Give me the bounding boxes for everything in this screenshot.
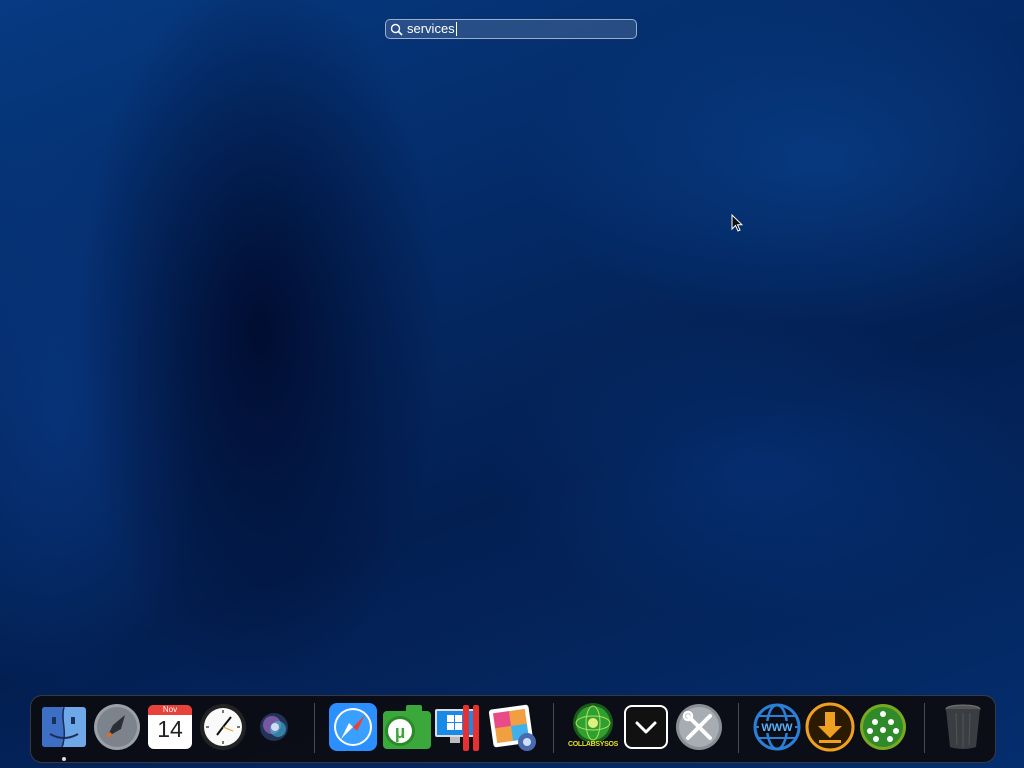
collabsysos-label: COLLABSYSOS	[568, 741, 618, 748]
launchpad-search-input[interactable]: services	[385, 19, 637, 39]
tools-icon[interactable]	[673, 701, 725, 753]
arrow-pointer-icon	[731, 214, 743, 232]
download-arrow-icon[interactable]	[804, 701, 856, 753]
text-caret	[455, 22, 457, 36]
running-indicator	[62, 757, 66, 761]
svg-text:WWW: WWW	[761, 722, 793, 734]
dock-separator	[924, 703, 925, 753]
www-globe-icon[interactable]: WWW	[751, 701, 803, 753]
parallels-windows-icon[interactable]	[433, 701, 485, 753]
calendar-month: Nov	[162, 705, 178, 714]
dock-separator	[314, 703, 315, 753]
search-query-text: services	[407, 21, 455, 36]
svg-text:µ: µ	[395, 722, 405, 742]
collabsysos-icon[interactable]: COLLABSYSOS	[567, 701, 619, 753]
network-group-icon[interactable]	[857, 701, 909, 753]
finder-icon[interactable]	[38, 701, 90, 753]
dock-separator	[738, 703, 739, 753]
safari-icon[interactable]	[327, 701, 379, 753]
launchpad-icon[interactable]	[91, 701, 143, 753]
dock-separator	[553, 703, 554, 753]
calendar-icon[interactable]: Nov 14	[144, 701, 196, 753]
chevron-down-icon[interactable]	[620, 701, 672, 753]
siri-icon[interactable]	[250, 701, 302, 753]
utorrent-icon[interactable]: µ	[380, 701, 432, 753]
calendar-day: 14	[157, 716, 183, 742]
trash-icon[interactable]	[937, 701, 989, 753]
clock-icon[interactable]	[197, 701, 249, 753]
dock: Nov 14 µ COLLABSYSOS WWW	[30, 695, 996, 763]
image-capture-icon[interactable]	[486, 701, 538, 753]
magnifying-glass-icon	[390, 23, 403, 36]
